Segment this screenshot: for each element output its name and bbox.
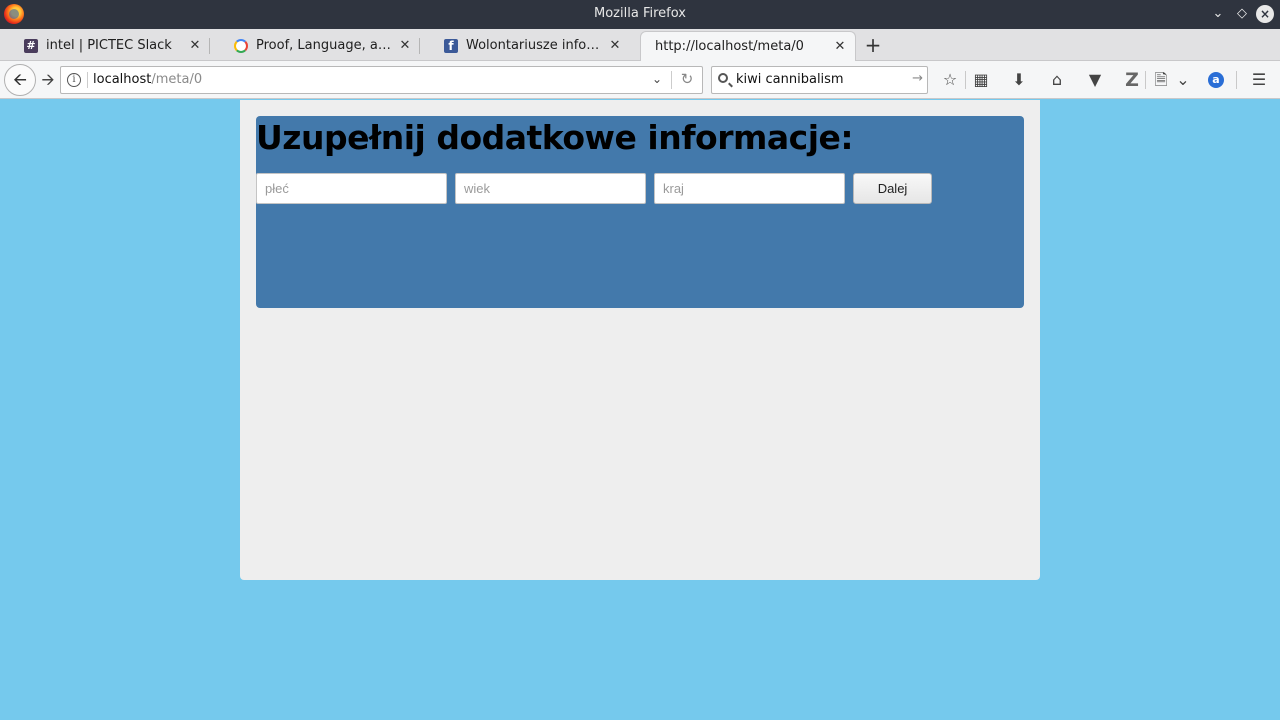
country-field[interactable] bbox=[654, 173, 845, 204]
next-button[interactable]: Dalej bbox=[853, 173, 932, 204]
extension-icon[interactable]: a bbox=[1208, 72, 1224, 88]
bookmarks-list-icon[interactable]: ▦ bbox=[969, 68, 993, 92]
bookmark-star-icon[interactable]: ☆ bbox=[938, 68, 962, 92]
minimize-window-icon[interactable]: ⌄ bbox=[1209, 5, 1227, 23]
navigation-toolbar: 🡨 🡪 i localhost/meta/0 ⌄ ↻ kiwi cannibal… bbox=[0, 61, 1280, 99]
page-panel: Uzupełnij dodatkowe informacje: Dalej bbox=[240, 100, 1040, 580]
close-tab-icon[interactable]: ✕ bbox=[608, 31, 622, 61]
tab-label: http://localhost/meta/0 bbox=[655, 39, 804, 54]
new-tab-button[interactable]: + bbox=[862, 31, 884, 59]
sex-field[interactable] bbox=[256, 173, 447, 204]
chevron-down-icon[interactable]: ⌄ bbox=[1171, 68, 1195, 92]
reload-icon[interactable]: ↻ bbox=[677, 70, 697, 88]
age-field[interactable] bbox=[455, 173, 646, 204]
toolbar-separator bbox=[965, 71, 966, 89]
tab-localhost-active[interactable]: http://localhost/meta/0 ✕ bbox=[640, 31, 856, 62]
url-path: /meta/0 bbox=[151, 72, 203, 87]
url-host: localhost bbox=[93, 72, 152, 87]
window-titlebar: Mozilla Firefox ⌄ ◇ × bbox=[0, 0, 1280, 29]
close-tab-icon[interactable]: ✕ bbox=[398, 31, 412, 61]
tab-label: Wolontariusze infoShar... bbox=[466, 38, 602, 53]
slack-icon: # bbox=[24, 39, 38, 53]
search-icon bbox=[718, 73, 728, 83]
page-icon[interactable]: 🗎 bbox=[1149, 68, 1173, 92]
tab-facebook[interactable]: f Wolontariusze infoShar... ✕ bbox=[420, 31, 630, 61]
tab-slack[interactable]: # intel | PICTEC Slack ✕ bbox=[0, 31, 210, 61]
home-icon[interactable]: ⌂ bbox=[1045, 68, 1069, 92]
facebook-icon: f bbox=[444, 39, 458, 53]
close-window-icon[interactable]: × bbox=[1256, 5, 1274, 23]
download-icon[interactable]: ⬇ bbox=[1007, 68, 1031, 92]
close-tab-icon[interactable]: ✕ bbox=[833, 32, 847, 62]
search-input[interactable]: kiwi cannibalism bbox=[736, 72, 844, 87]
zotero-icon[interactable]: Z bbox=[1120, 68, 1144, 92]
close-tab-icon[interactable]: ✕ bbox=[188, 31, 202, 61]
url-text[interactable]: localhost/meta/0 bbox=[93, 72, 202, 87]
search-bar[interactable]: kiwi cannibalism → bbox=[711, 66, 928, 94]
toolbar-separator bbox=[1236, 71, 1237, 89]
chevron-down-icon[interactable]: ⌄ bbox=[649, 72, 665, 86]
google-icon bbox=[234, 39, 248, 53]
forward-button[interactable]: 🡪 bbox=[38, 67, 58, 93]
maximize-window-icon[interactable]: ◇ bbox=[1233, 5, 1251, 23]
hamburger-menu-icon[interactable]: ☰ bbox=[1247, 68, 1271, 92]
form-heading: Uzupełnij dodatkowe informacje: bbox=[256, 118, 854, 157]
additional-info-form: Uzupełnij dodatkowe informacje: Dalej bbox=[256, 116, 1024, 308]
tab-label: intel | PICTEC Slack bbox=[46, 38, 172, 53]
site-info-icon[interactable]: i bbox=[67, 73, 81, 87]
url-bar[interactable]: i localhost/meta/0 ⌄ ↻ bbox=[60, 66, 703, 94]
search-go-arrow-icon[interactable]: → bbox=[912, 71, 923, 86]
toolbar-separator bbox=[1145, 71, 1146, 89]
url-separator bbox=[671, 71, 672, 89]
tab-strip: # intel | PICTEC Slack ✕ Proof, Language… bbox=[0, 29, 1280, 62]
pocket-icon[interactable]: ▼ bbox=[1083, 68, 1107, 92]
tab-label: Proof, Language, and I... bbox=[256, 38, 392, 53]
window-title: Mozilla Firefox bbox=[594, 6, 686, 21]
back-button[interactable]: 🡨 bbox=[4, 64, 36, 96]
tab-google[interactable]: Proof, Language, and I... ✕ bbox=[210, 31, 420, 61]
url-separator bbox=[87, 72, 88, 88]
